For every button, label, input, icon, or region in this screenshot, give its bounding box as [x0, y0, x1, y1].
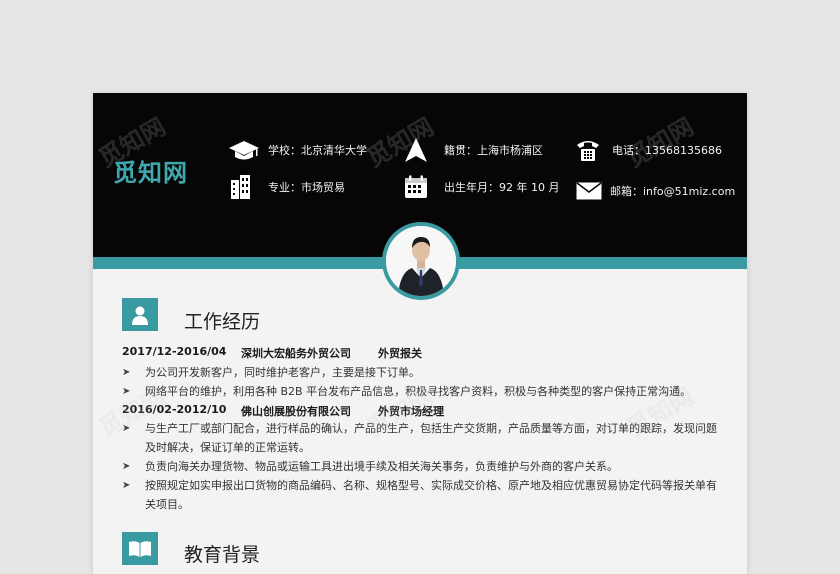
book-icon — [129, 540, 151, 557]
list-item: ➤ 负责向海关办理货物、物品或运输工具进出境手续及相关海关事务，负责维护与外商的… — [122, 457, 724, 476]
list-item: ➤ 按照规定如实申报出口货物的商品编码、名称、规格型号、实际成交价格、原产地及相… — [122, 476, 724, 514]
work-section-title: 工作经历 — [184, 311, 261, 333]
avatar — [386, 226, 456, 296]
envelope-icon — [576, 178, 608, 204]
profile-photo — [382, 222, 460, 300]
entry-position: 外贸报关 — [378, 347, 422, 360]
work-section-icon — [122, 298, 158, 331]
education-section-icon — [122, 532, 158, 565]
entry-company: 深圳大宏船务外贸公司 — [241, 347, 351, 360]
telephone-icon — [576, 137, 608, 163]
entry-company: 佛山创展股份有限公司 — [241, 405, 351, 418]
bullet-arrow-icon: ➤ — [122, 461, 131, 472]
info-birth: 出生年月：92 年 10 月 — [404, 174, 559, 200]
entry-period: 2017/12-2016/04 — [122, 345, 227, 358]
info-email: 邮箱：info@51miz.com — [576, 178, 735, 204]
education-section-title: 教育背景 — [184, 544, 261, 566]
bullet-arrow-icon: ➤ — [122, 367, 131, 378]
info-school: 学校：北京清华大学 — [228, 137, 367, 163]
graduation-cap-icon — [228, 137, 260, 163]
resume-page: 觅知网 学校：北京清华大学 专业：市场贸易 籍贯：上海市杨浦区 出生年月：92 … — [93, 93, 747, 574]
bullet-arrow-icon: ➤ — [122, 480, 131, 491]
info-major: 专业：市场贸易 — [228, 174, 345, 200]
buildings-icon — [228, 174, 260, 200]
person-icon — [132, 306, 148, 325]
calendar-icon — [404, 174, 436, 200]
